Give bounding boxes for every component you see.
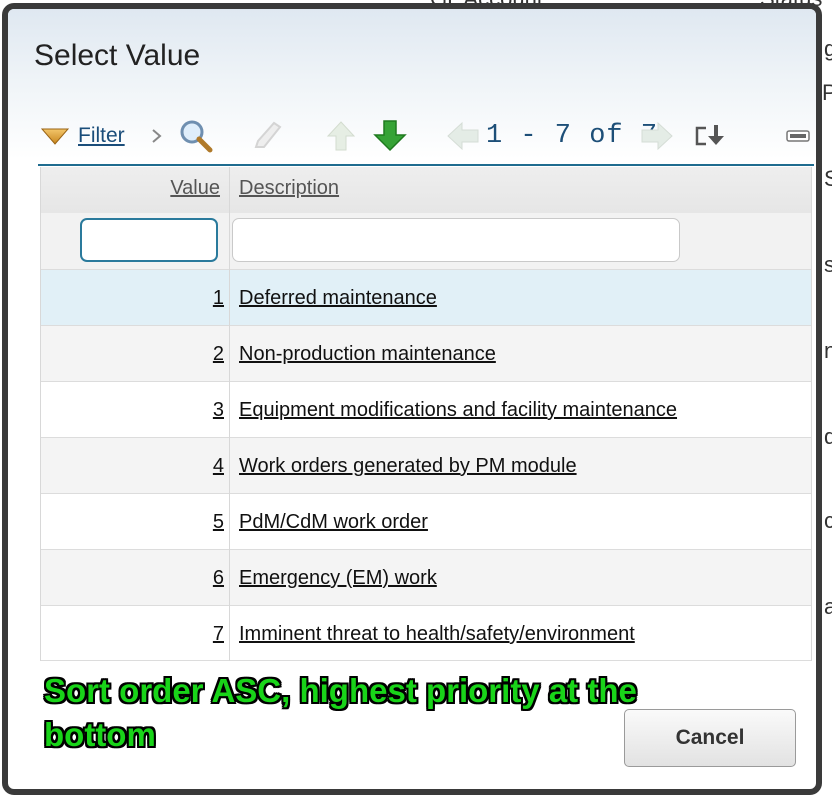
filter-label: Filter <box>78 124 125 147</box>
prev-page-arrow-icon <box>446 113 480 159</box>
row-value-link[interactable]: 6 <box>213 567 224 590</box>
row-value-link[interactable]: 4 <box>213 455 224 478</box>
next-page-arrow-icon <box>640 113 674 159</box>
table-row[interactable]: 7 Imminent threat to health/safety/envir… <box>40 605 812 661</box>
pager-range: 1 - 7 of 7 <box>486 113 658 159</box>
chevron-right-icon[interactable] <box>150 113 164 159</box>
download-export-icon[interactable] <box>694 113 726 159</box>
search-magnifier-icon[interactable] <box>178 113 214 159</box>
value-filter-input[interactable] <box>80 218 218 262</box>
bg-fragment: g <box>824 36 832 61</box>
table-header-row: Value Description <box>40 167 812 213</box>
table-row[interactable]: 1 Deferred maintenance <box>40 269 812 325</box>
table-toolbar: Filter 1 - 7 of 7 <box>38 113 814 159</box>
sort-up-arrow-icon <box>324 113 358 159</box>
filter-link[interactable]: Filter <box>78 113 125 159</box>
clear-eraser-icon <box>250 113 284 159</box>
table-row[interactable]: 3 Equipment modifications and facility m… <box>40 381 812 437</box>
toolbar-divider <box>38 164 814 166</box>
column-divider <box>229 167 230 661</box>
row-description-link[interactable]: Deferred maintenance <box>239 287 437 310</box>
select-value-dialog: Select Value Filter 1 - 7 of 7 Value Des… <box>2 3 822 795</box>
row-description-link[interactable]: PdM/CdM work order <box>239 511 428 534</box>
table-row[interactable]: 6 Emergency (EM) work <box>40 549 812 605</box>
cancel-button[interactable]: Cancel <box>624 709 796 767</box>
row-value-link[interactable]: 3 <box>213 399 224 422</box>
description-filter-input[interactable] <box>232 218 680 262</box>
minimize-icon[interactable] <box>786 113 810 159</box>
row-value-link[interactable]: 7 <box>213 623 224 646</box>
sort-down-arrow-icon[interactable] <box>372 113 408 159</box>
filter-funnel-icon[interactable] <box>40 113 70 159</box>
pager-text: 1 - 7 of 7 <box>486 121 659 151</box>
table-row[interactable]: 2 Non-production maintenance <box>40 325 812 381</box>
bg-fragment: n <box>824 338 832 363</box>
row-description-link[interactable]: Equipment modifications and facility mai… <box>239 399 677 422</box>
column-header-description[interactable]: Description <box>239 177 339 200</box>
row-description-link[interactable]: Imminent threat to health/safety/environ… <box>239 623 635 646</box>
row-value-link[interactable]: 5 <box>213 511 224 534</box>
row-value-link[interactable]: 1 <box>213 287 224 310</box>
table-filter-row <box>40 213 812 269</box>
bg-fragment: P <box>822 80 832 105</box>
row-description-link[interactable]: Emergency (EM) work <box>239 567 437 590</box>
dialog-title: Select Value <box>34 39 201 72</box>
bg-fragment: S <box>824 166 832 191</box>
bg-fragment: a <box>824 594 832 619</box>
bg-fragment: d <box>824 424 832 449</box>
annotation-note: Sort order ASC, highest priority at the … <box>44 672 637 753</box>
bg-fragment: c <box>824 508 832 533</box>
table-right-border <box>811 167 812 661</box>
bg-fragment: s <box>824 252 832 277</box>
value-table: Value Description 1 Deferred maintenance… <box>40 167 812 661</box>
table-row[interactable]: 5 PdM/CdM work order <box>40 493 812 549</box>
row-description-link[interactable]: Work orders generated by PM module <box>239 455 577 478</box>
row-description-link[interactable]: Non-production maintenance <box>239 343 496 366</box>
column-header-value[interactable]: Value <box>170 177 220 200</box>
row-value-link[interactable]: 2 <box>213 343 224 366</box>
table-row[interactable]: 4 Work orders generated by PM module <box>40 437 812 493</box>
table-left-border <box>40 167 41 661</box>
